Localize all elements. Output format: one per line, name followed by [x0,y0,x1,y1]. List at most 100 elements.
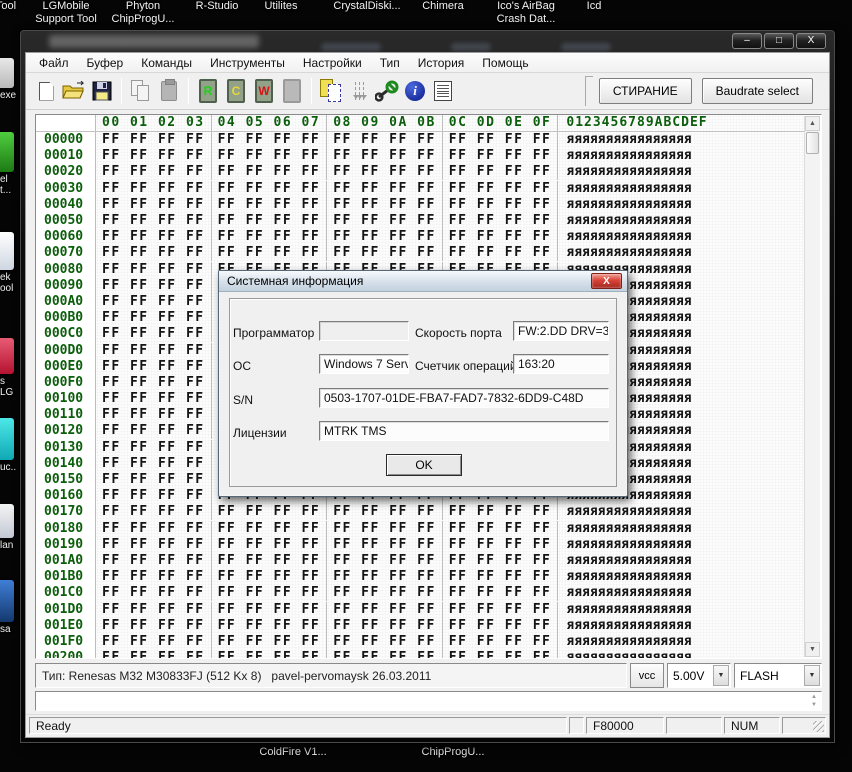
desktop-icon[interactable]: uc.. [0,418,20,473]
hex-byte-group[interactable]: FF FF FF FF [327,229,443,245]
hex-byte-group[interactable]: FF FF FF FF [96,343,212,359]
hex-byte-group[interactable]: FF FF FF FF [96,197,212,213]
desktop-icon-label[interactable]: CrystalDiski... [322,0,412,13]
hex-byte-group[interactable]: FF FF FF FF [96,310,212,326]
hex-byte-group[interactable]: FF FF FF FF [96,440,212,456]
hex-ascii[interactable]: яяяяяяяяяяяяяяяя [558,504,691,520]
hex-byte-group[interactable]: FF FF FF FF [212,602,328,618]
hex-byte-group[interactable]: FF FF FF FF [443,602,559,618]
desktop-icon[interactable]: el t... [0,132,20,196]
hex-byte-group[interactable]: FF FF FF FF [212,618,328,634]
licenses-field[interactable]: MTRK TMS [319,421,609,441]
hex-byte-group[interactable]: FF FF FF FF [96,375,212,391]
port-speed-field[interactable]: FW:2.DD DRV=3 [513,321,609,341]
hex-byte-group[interactable]: FF FF FF FF [327,132,443,148]
hex-row[interactable]: 00020 FF FF FF FF FF FF FF FF FF FF FF F… [36,164,804,180]
vertical-scrollbar[interactable]: ▲ ▼ [804,116,820,657]
copy-icon[interactable] [128,78,154,104]
menu-item[interactable]: Помощь [473,54,537,72]
hex-byte-group[interactable]: FF FF FF FF [443,537,559,553]
log-box[interactable]: ▲▼ [35,691,822,711]
programmer-field[interactable] [319,321,409,341]
hex-byte-group[interactable]: FF FF FF FF [443,164,559,180]
menu-item[interactable]: Буфер [78,54,133,72]
hex-byte-group[interactable]: FF FF FF FF [96,569,212,585]
hex-row[interactable]: 001C0 FF FF FF FF FF FF FF FF FF FF FF F… [36,585,804,601]
hex-byte-group[interactable]: FF FF FF FF [443,521,559,537]
hex-byte-group[interactable]: FF FF FF FF [96,488,212,504]
hex-byte-group[interactable]: FF FF FF FF [212,229,328,245]
menu-item[interactable]: Настройки [294,54,371,72]
hex-byte-group[interactable]: FF FF FF FF [96,504,212,520]
scroll-down-arrow[interactable]: ▼ [805,642,820,657]
hex-byte-group[interactable]: FF FF FF FF [443,504,559,520]
hex-byte-group[interactable]: FF FF FF FF [327,245,443,261]
hex-byte-group[interactable]: FF FF FF FF [96,278,212,294]
hex-byte-group[interactable]: FF FF FF FF [96,213,212,229]
erase-button[interactable]: СТИРАНИЕ [599,78,692,104]
chevron-down-icon[interactable]: ▼ [713,665,729,686]
hex-byte-group[interactable]: FF FF FF FF [96,164,212,180]
hex-byte-group[interactable]: FF FF FF FF [327,504,443,520]
hex-byte-group[interactable]: FF FF FF FF [96,391,212,407]
hex-byte-group[interactable]: FF FF FF FF [212,650,328,658]
desktop-icon-label[interactable]: ChipProgU... [398,746,508,759]
hex-byte-group[interactable]: FF FF FF FF [212,197,328,213]
hex-ascii[interactable]: яяяяяяяяяяяяяяяя [558,634,691,650]
scroll-up-arrow[interactable]: ▲ [805,116,820,131]
hex-byte-group[interactable]: FF FF FF FF [327,634,443,650]
titlebar[interactable]: – □ X [21,31,834,52]
hex-row[interactable]: 001D0 FF FF FF FF FF FF FF FF FF FF FF F… [36,601,804,617]
hex-byte-group[interactable]: FF FF FF FF [96,294,212,310]
hex-byte-group[interactable]: FF FF FF FF [96,456,212,472]
dialog-titlebar[interactable]: Системная информация X [219,271,627,292]
hex-row[interactable]: 001B0 FF FF FF FF FF FF FF FF FF FF FF F… [36,569,804,585]
hex-byte-group[interactable]: FF FF FF FF [327,650,443,658]
resize-grip[interactable] [813,721,824,732]
voltage-select[interactable]: 5.00V ▼ [667,663,731,688]
desktop-icon[interactable]: lan [0,504,20,551]
hex-byte-group[interactable]: FF FF FF FF [327,197,443,213]
desktop-icon-label[interactable]: Chimera [408,0,478,13]
serial-number-field[interactable]: 0503-1707-01DE-FBA7-FAD7-7832-6DD9-C48D [319,388,609,408]
desktop-icon-label[interactable]: ColdFire V1... [238,746,348,759]
chevron-down-icon[interactable]: ▼ [804,665,820,686]
save-icon[interactable] [89,78,115,104]
hex-byte-group[interactable]: FF FF FF FF [212,585,328,601]
hex-byte-group[interactable]: FF FF FF FF [443,132,559,148]
hex-byte-group[interactable]: FF FF FF FF [327,521,443,537]
desktop-icon-label[interactable]: Utilites [246,0,316,13]
hex-byte-group[interactable]: FF FF FF FF [212,181,328,197]
hex-row[interactable]: 00060 FF FF FF FF FF FF FF FF FF FF FF F… [36,229,804,245]
desktop-icon-label[interactable]: R-Studio [182,0,252,13]
vcc-button[interactable]: vcc [630,663,664,688]
write-chip-icon[interactable]: W [251,78,277,104]
baudrate-select-button[interactable]: Baudrate select [702,78,813,104]
desktop-icon[interactable]: s LG [0,338,20,398]
hex-byte-group[interactable]: FF FF FF FF [212,521,328,537]
hex-row[interactable]: 00040 FF FF FF FF FF FF FF FF FF FF FF F… [36,197,804,213]
log-scroll-arrows[interactable]: ▲▼ [807,692,821,710]
hex-byte-group[interactable]: FF FF FF FF [96,262,212,278]
hex-ascii[interactable]: яяяяяяяяяяяяяяяя [558,521,691,537]
hex-byte-group[interactable]: FF FF FF FF [96,521,212,537]
minimize-button[interactable]: – [732,33,762,49]
hex-ascii[interactable]: яяяяяяяяяяяяяяяя [558,181,691,197]
hex-byte-group[interactable]: FF FF FF FF [327,164,443,180]
hex-byte-group[interactable]: FF FF FF FF [443,229,559,245]
hex-ascii[interactable]: яяяяяяяяяяяяяяяя [558,197,691,213]
menu-item[interactable]: Файл [30,54,78,72]
hex-byte-group[interactable]: FF FF FF FF [327,618,443,634]
hex-byte-group[interactable]: FF FF FF FF [443,553,559,569]
hex-byte-group[interactable]: FF FF FF FF [212,164,328,180]
hex-byte-group[interactable]: FF FF FF FF [327,148,443,164]
menu-item[interactable]: История [409,54,474,72]
menu-item[interactable]: Инструменты [201,54,294,72]
desktop-icon-label[interactable]: LGMobile Support Tool [14,0,118,26]
hex-byte-group[interactable]: FF FF FF FF [212,213,328,229]
serial-settings-icon[interactable] [346,78,372,104]
wrench-icon[interactable] [374,78,400,104]
hex-byte-group[interactable]: FF FF FF FF [443,585,559,601]
hex-byte-group[interactable]: FF FF FF FF [96,359,212,375]
hex-row[interactable]: 001E0 FF FF FF FF FF FF FF FF FF FF FF F… [36,618,804,634]
